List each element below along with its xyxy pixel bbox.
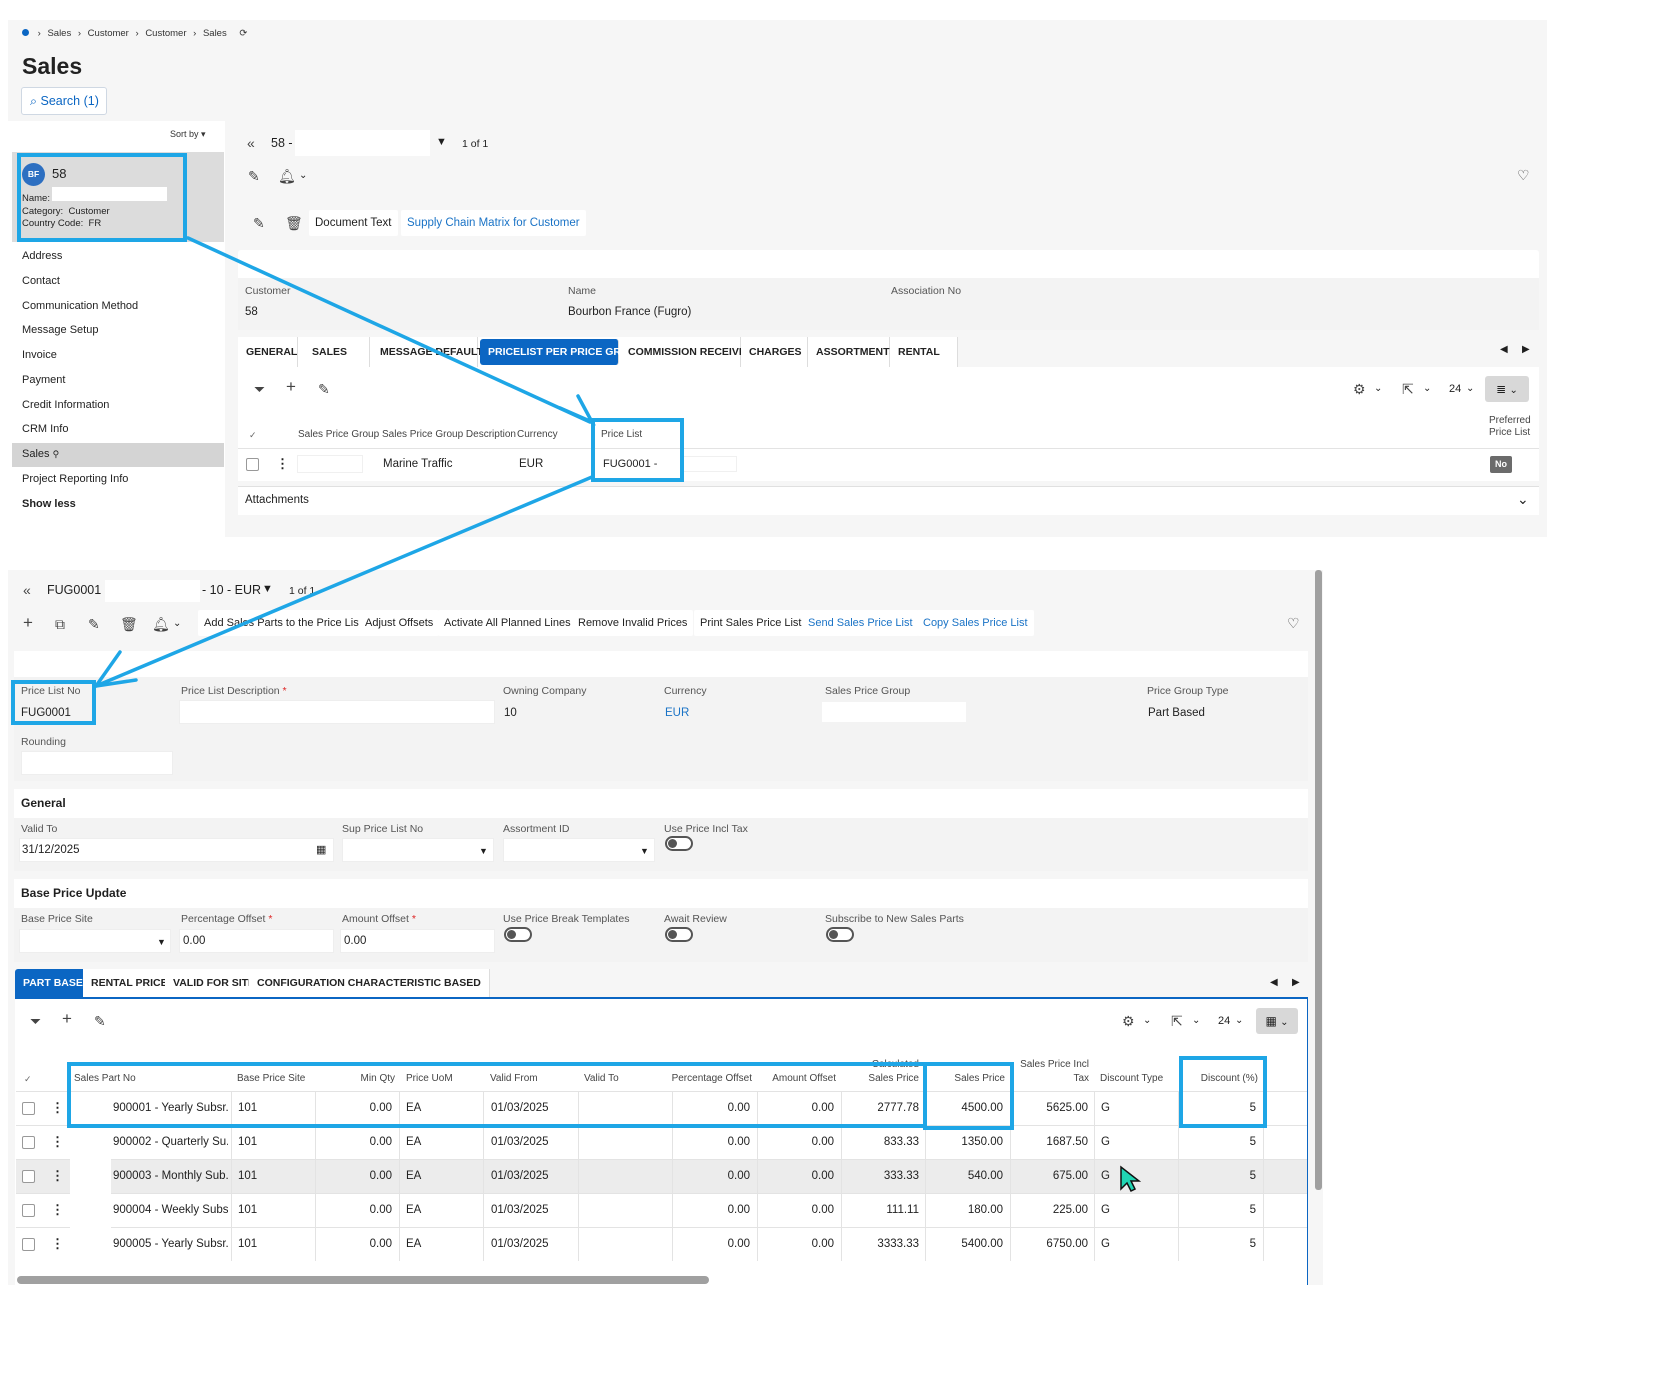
arrow-head-1 <box>558 394 596 426</box>
arrow-card-to-pricelist <box>186 236 592 424</box>
annotation-arrows <box>92 236 596 689</box>
arrow-head-2 <box>92 650 138 689</box>
mouse-cursor-icon <box>1120 1165 1141 1193</box>
arrow-pricelist-to-priceno <box>94 475 594 688</box>
